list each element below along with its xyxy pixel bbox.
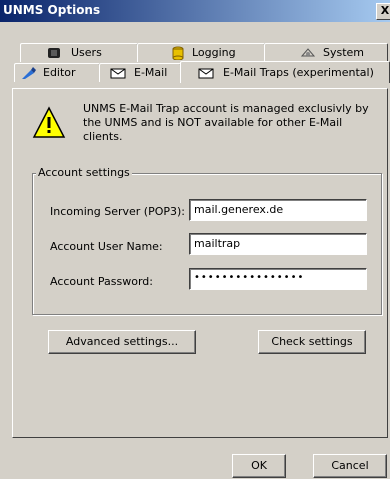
- notice-line-1: UNMS E-Mail Trap account is managed excl…: [83, 102, 369, 115]
- tab-system[interactable]: System: [264, 43, 388, 62]
- password-input[interactable]: ••••••••••••••••: [189, 268, 367, 290]
- editor-icon: [22, 67, 36, 79]
- tab-logging[interactable]: Logging: [137, 43, 265, 62]
- notice-line-3: clients.: [83, 130, 123, 143]
- tab-email-label: E-Mail: [134, 66, 168, 79]
- cancel-button[interactable]: Cancel: [313, 454, 387, 478]
- server-input[interactable]: mail.generex.de: [189, 199, 367, 221]
- ok-button[interactable]: OK: [232, 454, 286, 478]
- tab-editor[interactable]: Editor: [14, 63, 100, 82]
- password-label: Account Password:: [50, 275, 153, 288]
- tab-email[interactable]: E-Mail: [99, 63, 181, 82]
- notice-text: UNMS E-Mail Trap account is managed excl…: [83, 102, 383, 144]
- advanced-settings-button[interactable]: Advanced settings...: [48, 330, 196, 354]
- user-input[interactable]: mailtrap: [189, 233, 367, 255]
- server-label: Incoming Server (POP3):: [50, 205, 185, 218]
- user-label: Account User Name:: [50, 240, 163, 253]
- tab-users-label: Users: [71, 46, 102, 59]
- tab-email-traps[interactable]: E-Mail Traps (experimental): [180, 61, 390, 83]
- check-settings-button[interactable]: Check settings: [258, 330, 366, 354]
- account-settings-legend: Account settings: [36, 166, 132, 179]
- tab-system-label: System: [323, 46, 365, 59]
- tab-email-traps-label: E-Mail Traps (experimental): [223, 66, 374, 79]
- tab-users[interactable]: Users: [20, 43, 138, 62]
- warning-icon: [32, 106, 66, 138]
- users-icon: [48, 48, 60, 58]
- email-trap-icon: [198, 68, 214, 79]
- title-bar: UNMS Options X: [0, 0, 390, 22]
- notice-line-2: the UNMS and is NOT available for other …: [83, 116, 343, 129]
- database-icon: [172, 46, 184, 60]
- network-icon: [300, 48, 316, 57]
- tab-editor-label: Editor: [43, 66, 76, 79]
- tab-logging-label: Logging: [192, 46, 236, 59]
- close-button[interactable]: X: [376, 3, 390, 20]
- window-title: UNMS Options: [3, 3, 101, 17]
- email-icon: [110, 68, 126, 79]
